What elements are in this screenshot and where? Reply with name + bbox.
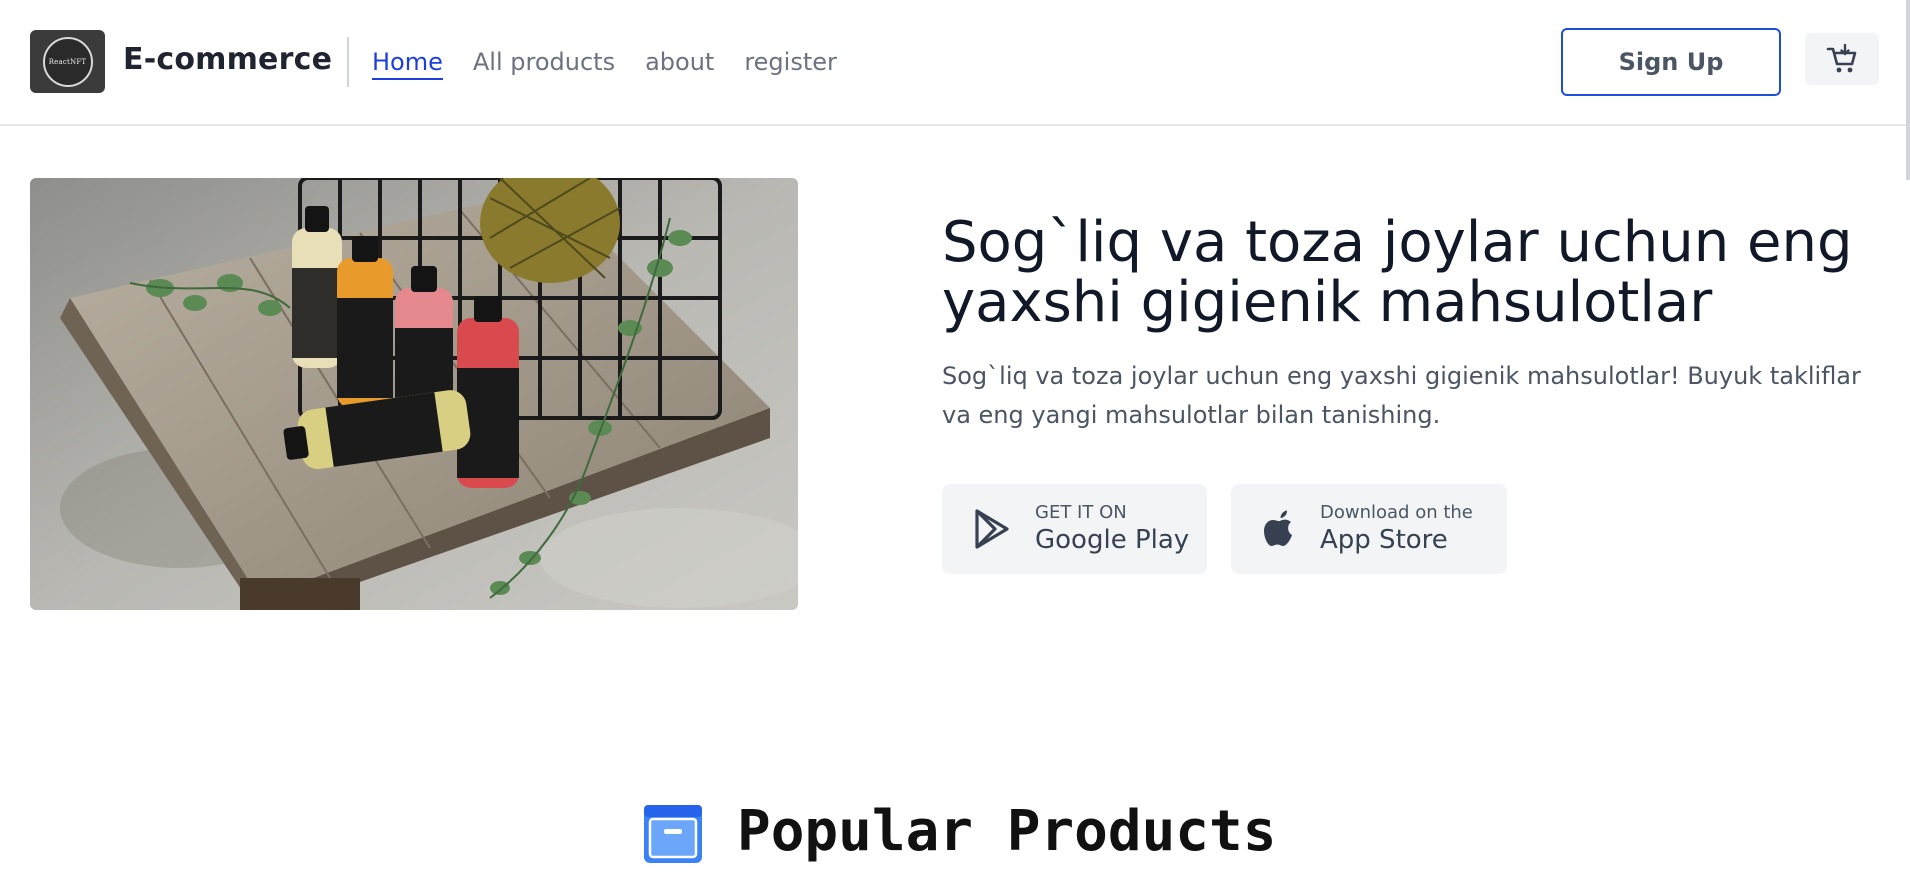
product-photo [30,178,798,610]
site-logo[interactable]: ReactNFT [30,30,105,93]
scrollbar[interactable] [1906,0,1910,180]
nav-link-about[interactable]: about [645,46,714,80]
app-store-button[interactable]: Download on the App Store [1231,484,1507,574]
sign-up-button[interactable]: Sign Up [1561,28,1781,96]
cart-icon [1826,43,1857,73]
brand-name[interactable]: E-commerce [123,42,332,77]
popular-products-title: Popular Products [737,799,1277,864]
google-play-big-label: Google Play [1035,525,1190,555]
google-play-icon [969,506,1015,552]
logo-ring: ReactNFT [42,36,93,87]
google-play-button[interactable]: GET IT ON Google Play [942,484,1207,574]
hero-image [30,178,798,610]
nav-link-register[interactable]: register [744,46,837,80]
main-nav: Home All products about register [372,46,837,80]
header-divider [347,37,349,87]
top-header: ReactNFT E-commerce Home All products ab… [0,0,1910,126]
logo-text: ReactNFT [48,57,87,66]
hero-description: Sog`liq va toza joylar uchun eng yaxshi … [942,362,1861,429]
archive-box-icon [642,803,704,865]
hero-title: Sog`liq va toza joylar uchun eng yaxshi … [942,210,1853,335]
cart-button[interactable] [1805,33,1879,85]
app-store-big-label: App Store [1320,525,1448,555]
nav-link-all-products[interactable]: All products [473,46,615,80]
google-play-small-label: GET IT ON [1035,502,1127,523]
nav-link-home[interactable]: Home [372,46,443,80]
app-store-small-label: Download on the [1320,502,1473,523]
apple-icon [1262,506,1298,552]
